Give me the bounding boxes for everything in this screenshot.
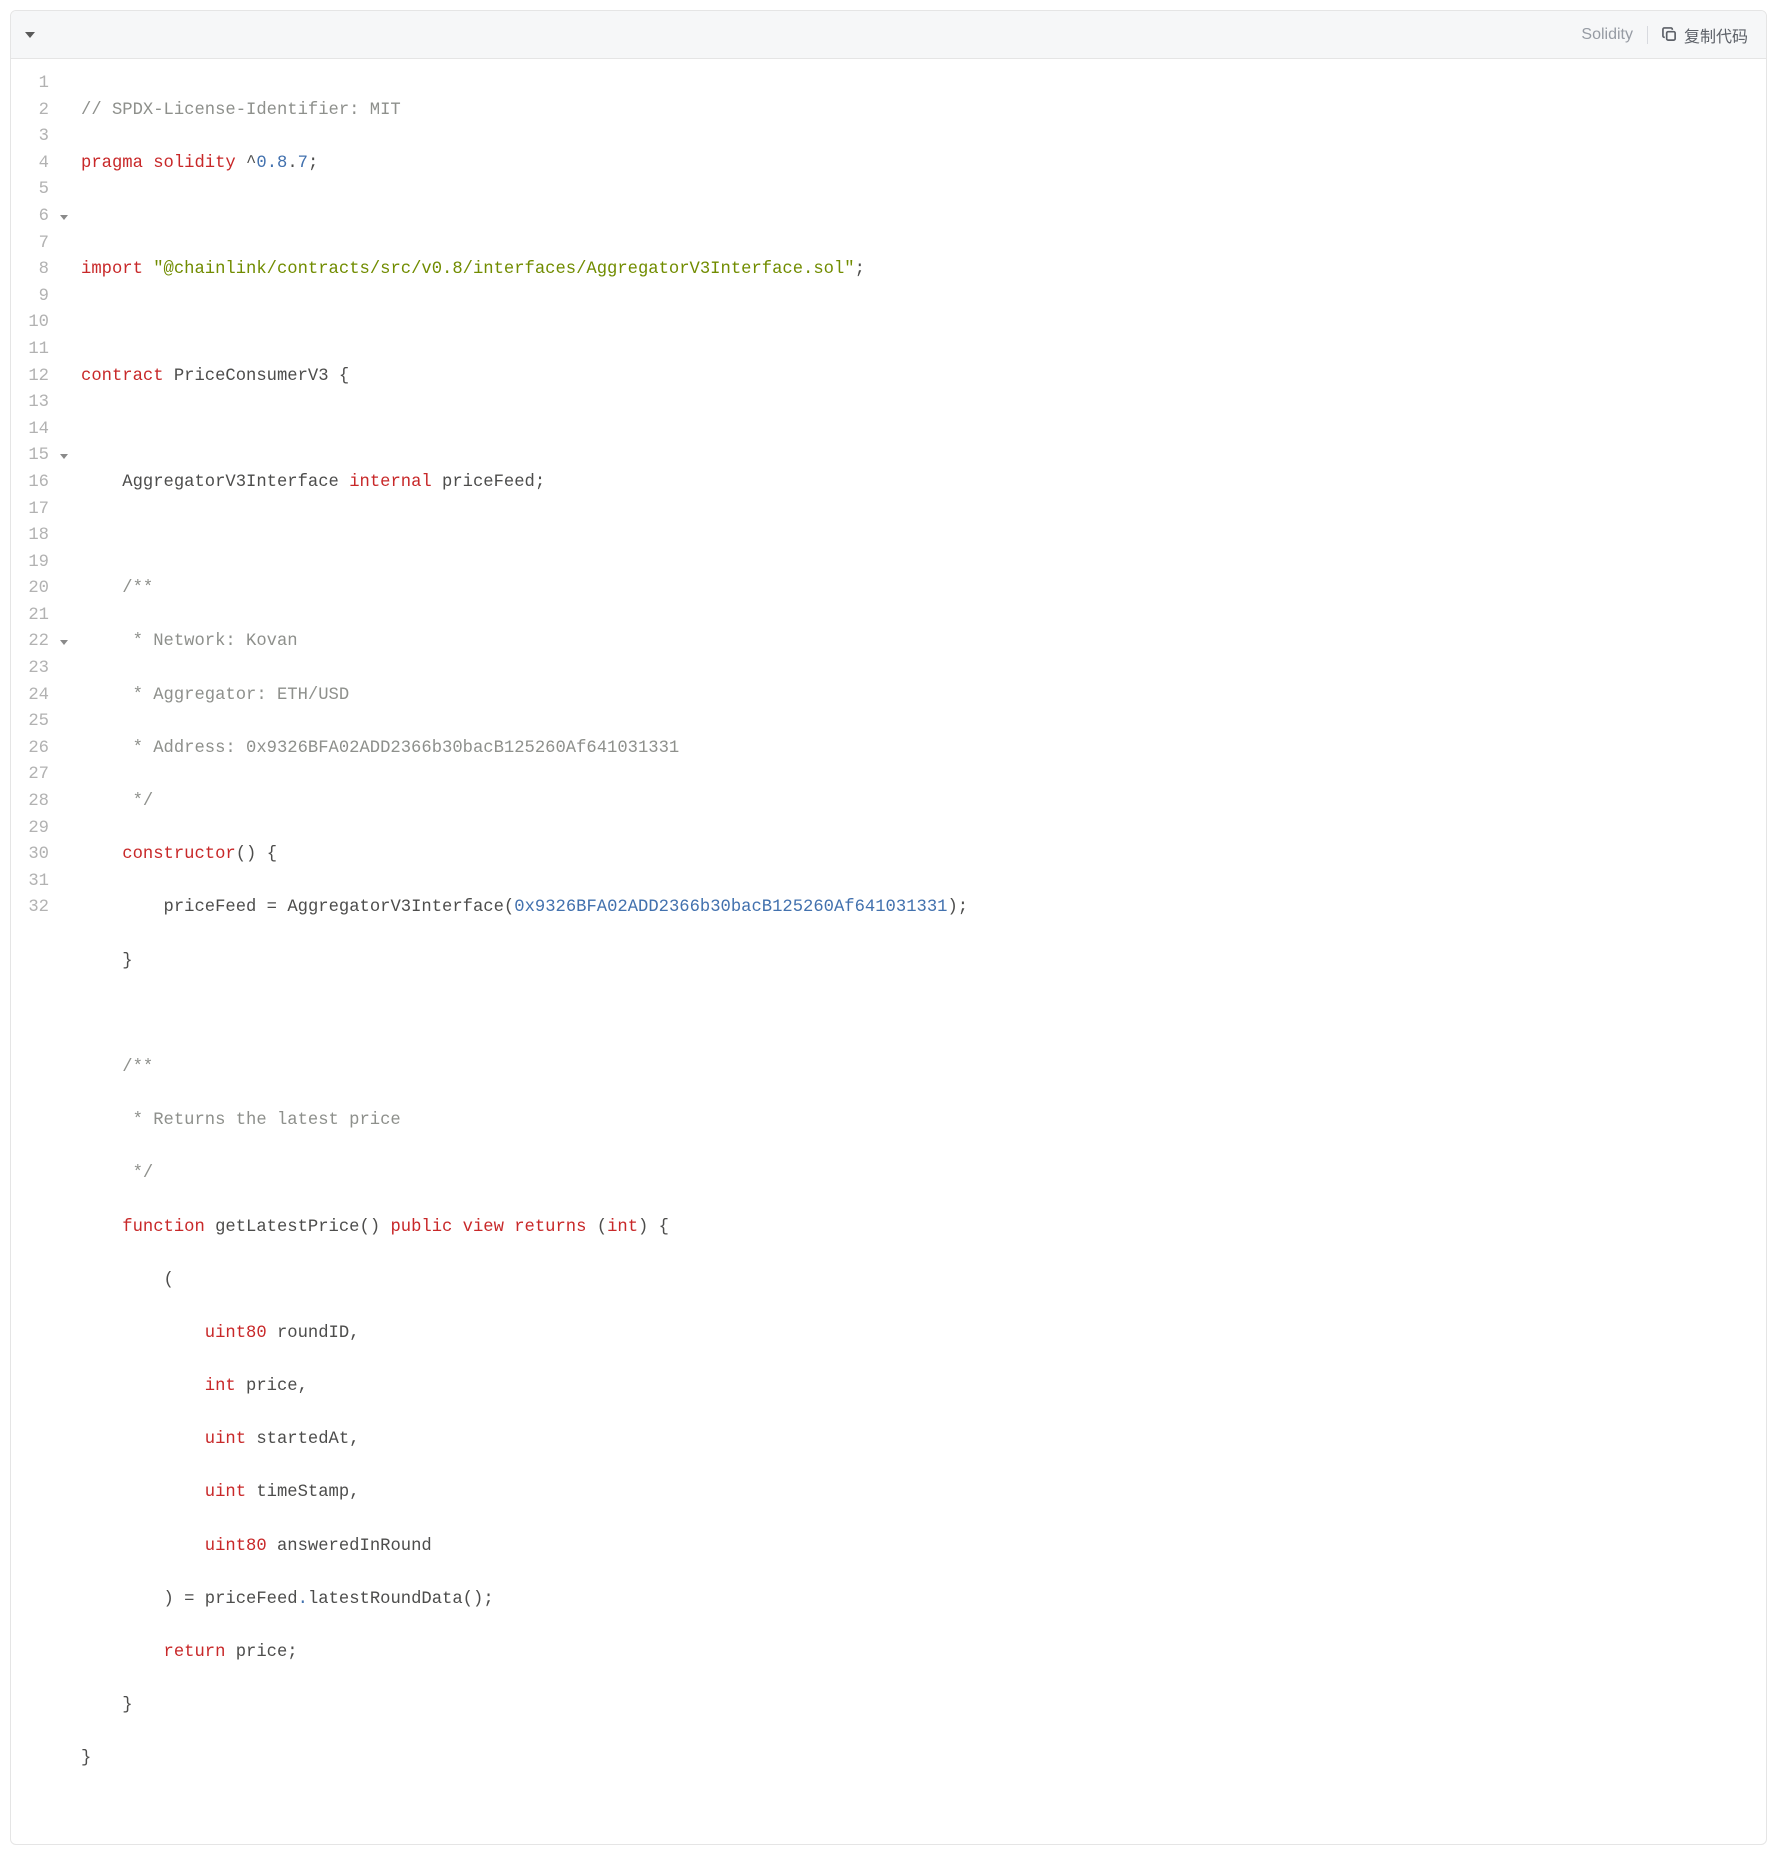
code-line: import "@chainlink/contracts/src/v0.8/in… [81, 257, 1766, 284]
copy-icon [1662, 27, 1677, 42]
code-line: pragma solidity ^0.8.7; [81, 151, 1766, 178]
line-number: 31 [21, 869, 51, 896]
line-number: 10 [21, 310, 51, 337]
code-line: return price; [81, 1640, 1766, 1667]
code-line [81, 204, 1766, 231]
line-number: 11 [21, 337, 51, 364]
code-line: */ [81, 1161, 1766, 1188]
line-number: 28 [21, 789, 51, 816]
line-number: 13 [21, 390, 51, 417]
language-label: Solidity [1581, 26, 1633, 44]
line-number: 15 [21, 443, 51, 470]
code-line [81, 523, 1766, 550]
code-line: /** [81, 1055, 1766, 1082]
line-number: 29 [21, 816, 51, 843]
line-number: 6 [21, 204, 51, 231]
line-number: 27 [21, 762, 51, 789]
line-number: 20 [21, 576, 51, 603]
code-line: AggregatorV3Interface internal priceFeed… [81, 470, 1766, 497]
code-line: function getLatestPrice() public view re… [81, 1215, 1766, 1242]
line-number-gutter: 1 2 3 4 5 6 7 8 9 10 11 12 13 14 15 16 1… [11, 71, 55, 1826]
code-line [81, 417, 1766, 444]
fold-marker-icon[interactable] [60, 454, 68, 459]
header-left [25, 32, 35, 38]
code-line: */ [81, 789, 1766, 816]
code-line: uint80 answeredInRound [81, 1534, 1766, 1561]
line-number: 21 [21, 603, 51, 630]
divider [1647, 26, 1648, 44]
line-number: 16 [21, 470, 51, 497]
code-line: * Aggregator: ETH/USD [81, 683, 1766, 710]
code-line: int price, [81, 1374, 1766, 1401]
line-number: 9 [21, 284, 51, 311]
line-number: 7 [21, 231, 51, 258]
code-line: uint80 roundID, [81, 1321, 1766, 1348]
line-number: 24 [21, 683, 51, 710]
code-line: /** [81, 576, 1766, 603]
line-number: 14 [21, 417, 51, 444]
dropdown-icon[interactable] [25, 32, 35, 38]
line-number: 18 [21, 523, 51, 550]
line-number: 1 [21, 71, 51, 98]
line-number: 19 [21, 550, 51, 577]
line-number: 3 [21, 124, 51, 151]
code-line: * Address: 0x9326BFA02ADD2366b30bacB1252… [81, 736, 1766, 763]
code-line: priceFeed = AggregatorV3Interface(0x9326… [81, 895, 1766, 922]
fold-marker-icon[interactable] [60, 640, 68, 645]
code-line: * Network: Kovan [81, 629, 1766, 656]
header-right: Solidity 复制代码 [1581, 23, 1748, 47]
line-number: 2 [21, 98, 51, 125]
code-line: contract PriceConsumerV3 { [81, 364, 1766, 391]
line-number: 22 [21, 629, 51, 656]
copy-label: 复制代码 [1684, 23, 1748, 47]
code-line: ( [81, 1268, 1766, 1295]
code-line: // SPDX-License-Identifier: MIT [81, 98, 1766, 125]
line-number: 12 [21, 364, 51, 391]
line-number: 17 [21, 497, 51, 524]
code-line: } [81, 1693, 1766, 1720]
line-number: 32 [21, 895, 51, 922]
fold-marker-icon[interactable] [60, 215, 68, 220]
code-header: Solidity 复制代码 [11, 11, 1766, 59]
code-line: } [81, 949, 1766, 976]
code-line: ) = priceFeed.latestRoundData(); [81, 1587, 1766, 1614]
code-line: } [81, 1746, 1766, 1773]
fold-column [55, 71, 73, 1826]
line-number: 4 [21, 151, 51, 178]
line-number: 5 [21, 177, 51, 204]
code-line: * Returns the latest price [81, 1108, 1766, 1135]
code-line: uint timeStamp, [81, 1480, 1766, 1507]
line-number: 25 [21, 709, 51, 736]
code-content[interactable]: // SPDX-License-Identifier: MIT pragma s… [73, 71, 1766, 1826]
code-body: 1 2 3 4 5 6 7 8 9 10 11 12 13 14 15 16 1… [11, 59, 1766, 1844]
code-line: uint startedAt, [81, 1427, 1766, 1454]
code-block: Solidity 复制代码 1 2 3 4 5 6 7 8 9 10 11 12… [10, 10, 1767, 1845]
code-line: constructor() { [81, 842, 1766, 869]
line-number: 8 [21, 257, 51, 284]
copy-button[interactable]: 复制代码 [1662, 23, 1748, 47]
line-number: 26 [21, 736, 51, 763]
line-number: 30 [21, 842, 51, 869]
line-number: 23 [21, 656, 51, 683]
code-line [81, 310, 1766, 337]
code-line [81, 1002, 1766, 1029]
